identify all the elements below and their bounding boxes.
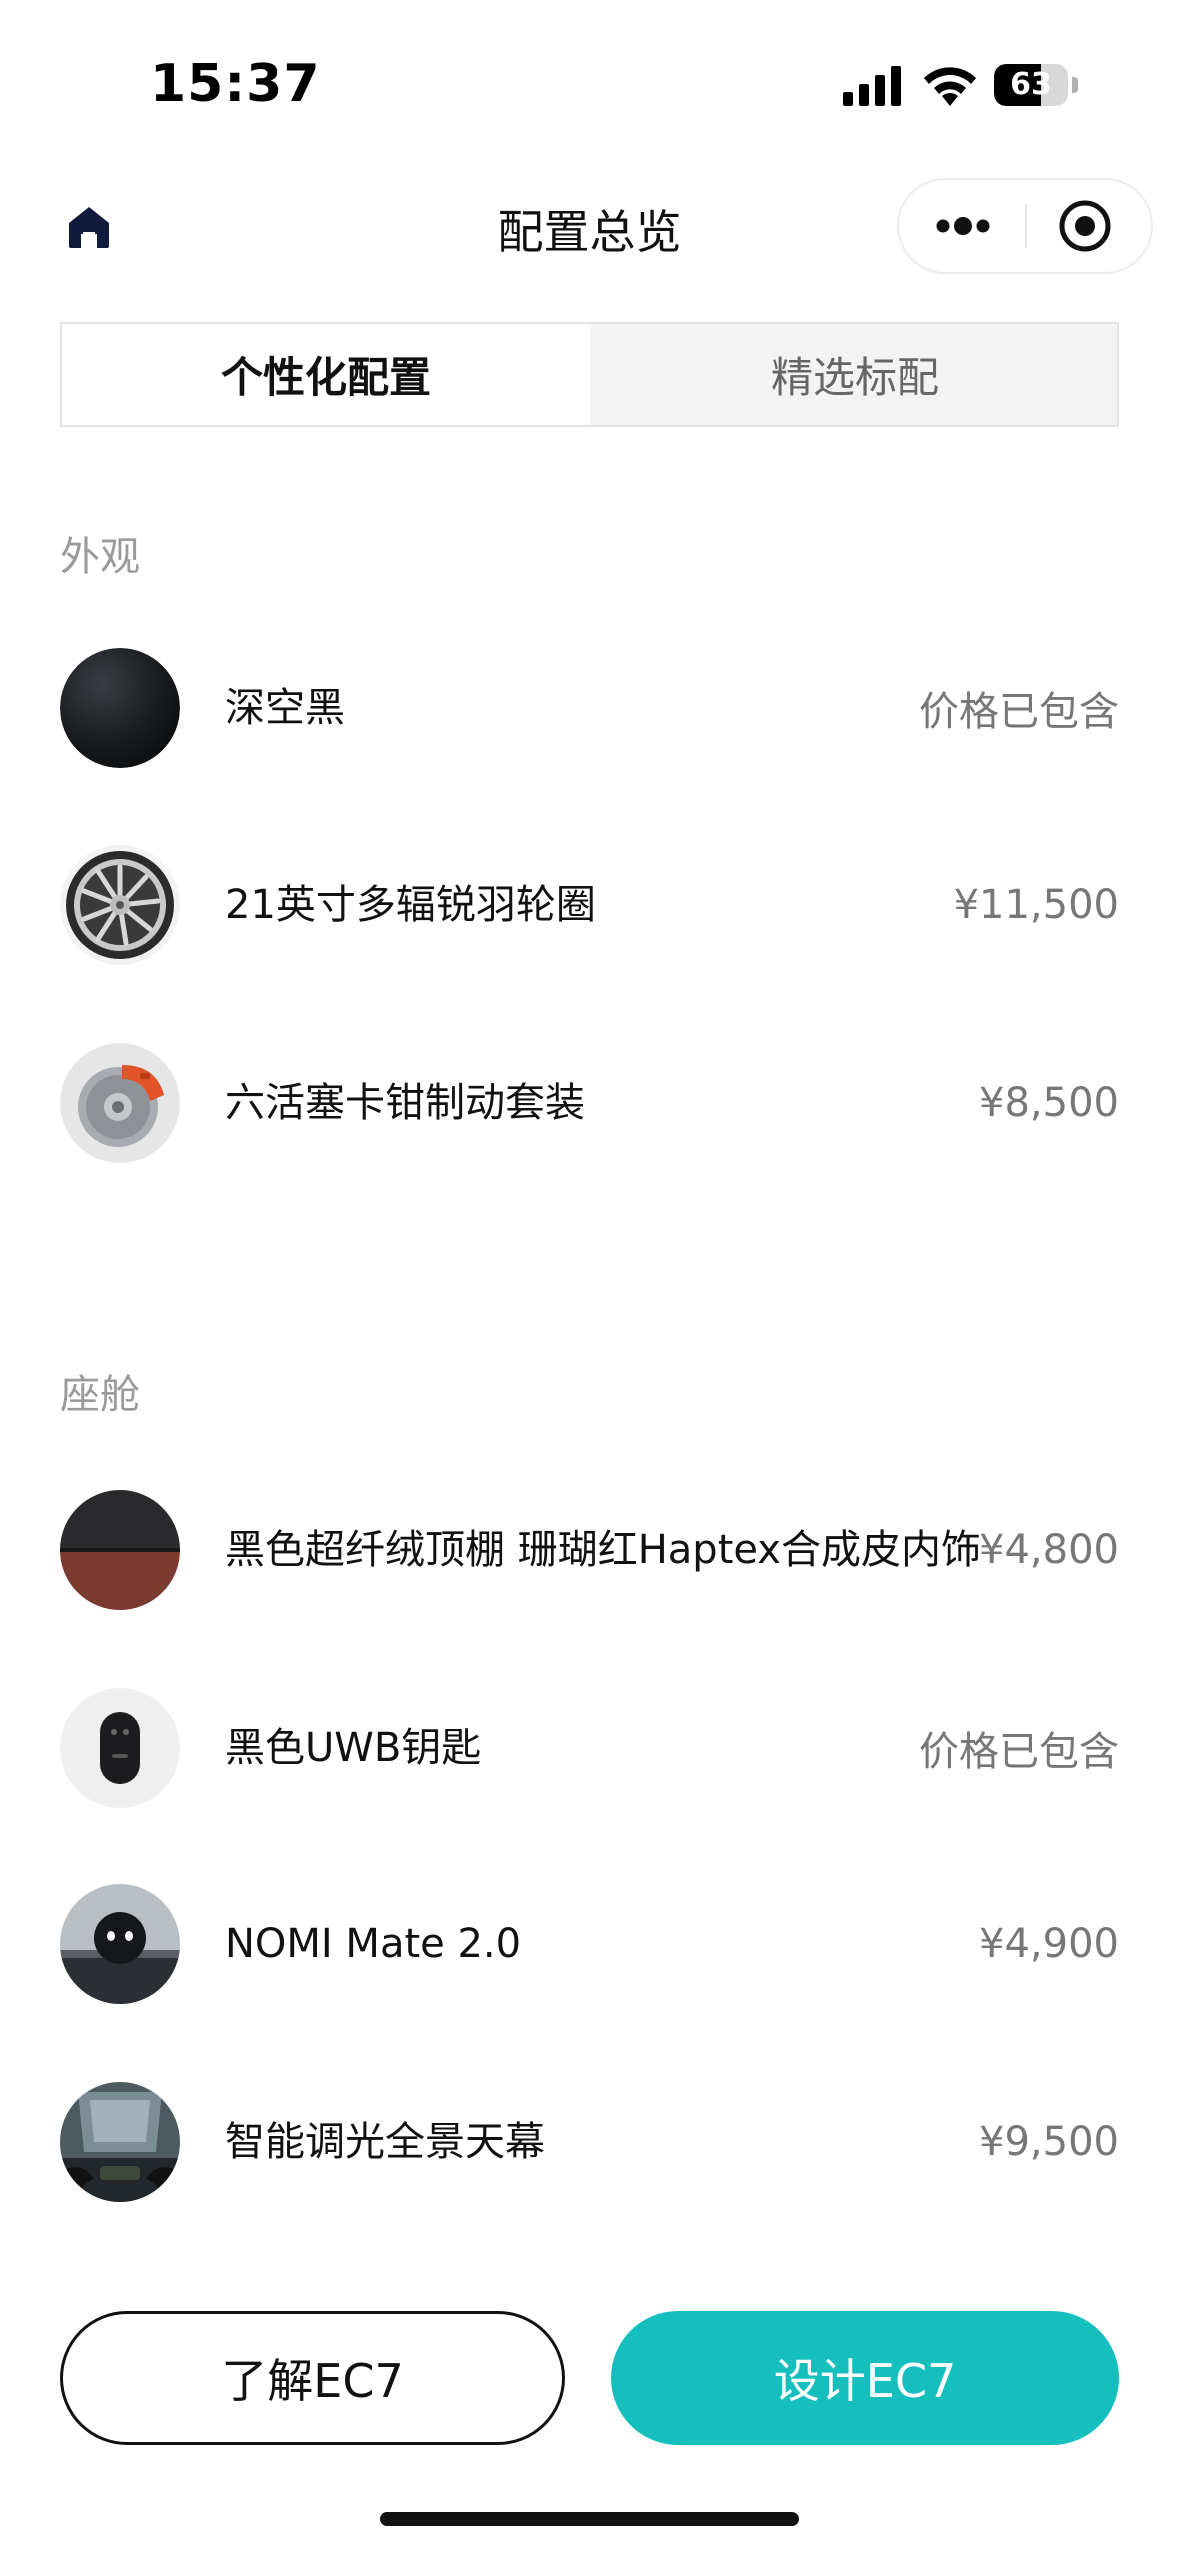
home-indicator[interactable] [380,2512,799,2526]
list-item-interior[interactable]: 黑色超纤绒顶棚 珊瑚红Haptex合成皮内饰 ¥4,800 [60,1480,1119,1620]
list-item-wheel[interactable]: 21英寸多辐锐羽轮圈 ¥11,500 [60,835,1119,975]
item-price: ¥9,500 [979,2119,1119,2165]
item-price: ¥11,500 [953,882,1119,928]
more-dots-icon [936,217,990,235]
status-time: 15:37 [150,54,321,114]
miniprogram-capsule [897,178,1153,274]
list-item-roof[interactable]: 智能调光全景天幕 ¥9,500 [60,2072,1119,2212]
tab-standard[interactable]: 精选标配 [591,324,1119,425]
item-name: 黑色UWB钥匙 [225,1725,482,1771]
wheel-rim-icon [60,845,180,965]
battery-level: 63 [1010,67,1052,102]
status-bar: 15:37 63 [0,0,1179,160]
config-tabs: 个性化配置 精选标配 [60,322,1119,427]
more-button[interactable] [899,180,1025,272]
learn-ec7-button[interactable]: 了解EC7 [60,2311,565,2445]
item-name: NOMI Mate 2.0 [225,1921,522,1967]
brake-caliper-icon [60,1043,180,1163]
list-item-nomi[interactable]: NOMI Mate 2.0 ¥4,900 [60,1874,1119,2014]
item-name: 六活塞卡钳制动套装 [225,1080,585,1126]
item-price: ¥4,900 [979,1921,1119,1967]
interior-swatch-icon [60,1490,180,1610]
item-price: 价格已包含 [919,689,1119,735]
wifi-icon [924,67,976,106]
list-item-paint[interactable]: 深空黑 价格已包含 [60,638,1119,778]
target-close-icon [1059,200,1111,252]
panoramic-roof-icon [60,2082,180,2202]
uwb-key-icon [60,1688,180,1808]
close-miniprogram-button[interactable] [1027,180,1151,272]
item-price: ¥8,500 [979,1080,1119,1126]
cellular-signal-icon [843,66,901,106]
item-name: 黑色超纤绒顶棚 珊瑚红Haptex合成皮内饰 [225,1527,981,1573]
design-ec7-button[interactable]: 设计EC7 [611,2311,1119,2445]
list-item-uwb-key[interactable]: 黑色UWB钥匙 价格已包含 [60,1678,1119,1818]
item-name: 21英寸多辐锐羽轮圈 [225,882,596,928]
black-paint-swatch-icon [60,648,180,768]
nomi-robot-icon [60,1884,180,2004]
tab-personalized[interactable]: 个性化配置 [62,324,590,425]
item-name: 深空黑 [225,685,345,731]
item-price: 价格已包含 [919,1729,1119,1775]
section-exterior-label: 外观 [60,534,140,580]
battery-icon: 63 [994,64,1078,106]
list-item-brake[interactable]: 六活塞卡钳制动套装 ¥8,500 [60,1033,1119,1173]
item-price: ¥4,800 [979,1527,1119,1573]
item-name: 智能调光全景天幕 [225,2119,545,2165]
section-cabin-label: 座舱 [60,1372,140,1418]
